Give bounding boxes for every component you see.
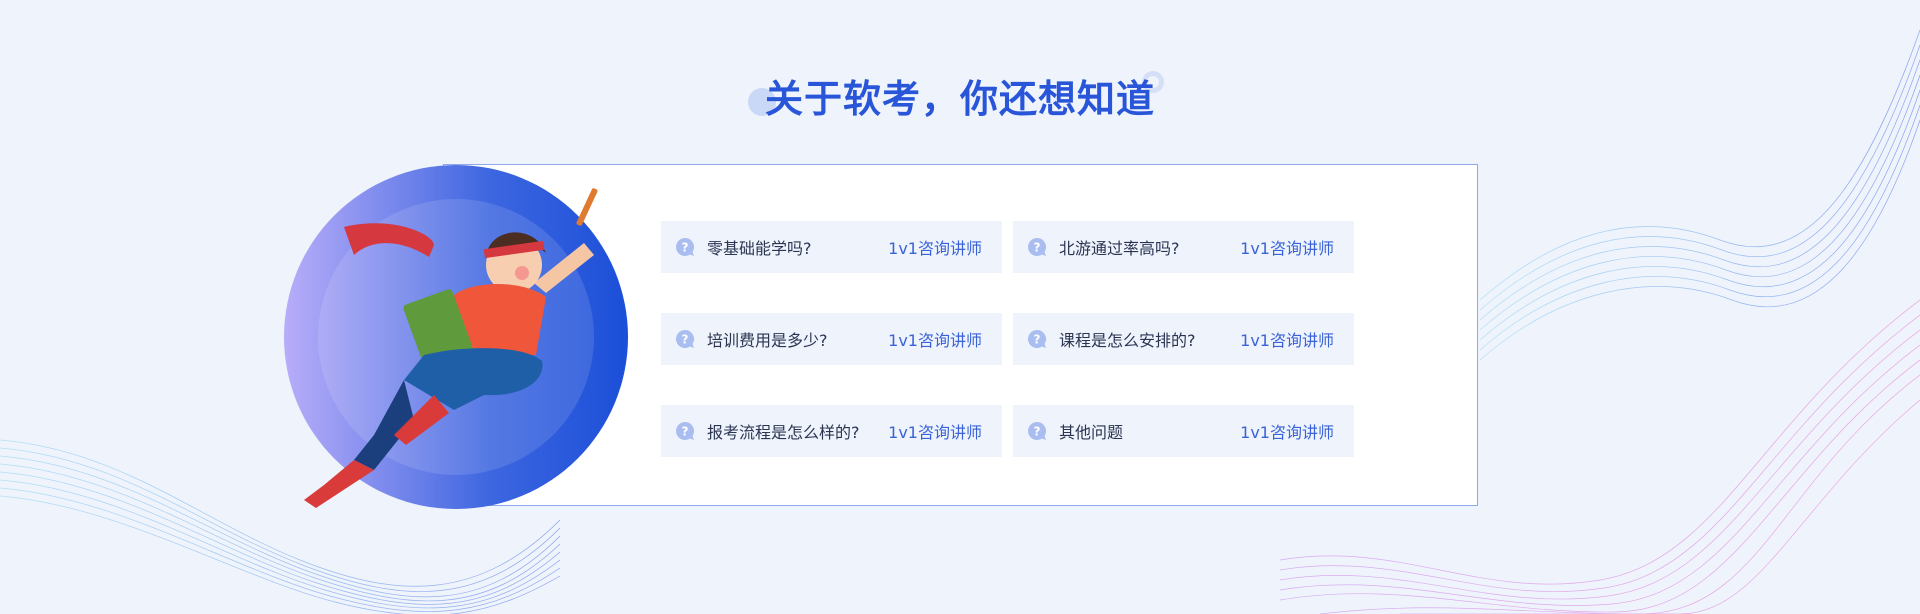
shoe-icon xyxy=(304,460,374,508)
consult-link[interactable]: 1v1咨询讲师 xyxy=(1240,419,1334,443)
faq-question: 零基础能学吗? xyxy=(707,239,812,258)
consult-link[interactable]: 1v1咨询讲师 xyxy=(888,327,982,351)
hero-illustration xyxy=(284,165,628,509)
faq-question: 课程是怎么安排的? xyxy=(1059,331,1196,350)
faq-question: 报考流程是怎么样的? xyxy=(707,423,860,442)
faq-question: 北游通过率高吗? xyxy=(1059,239,1180,258)
consult-link[interactable]: 1v1咨询讲师 xyxy=(888,419,982,443)
consult-link[interactable]: 1v1咨询讲师 xyxy=(1240,235,1334,259)
question-bubble-icon: ? xyxy=(676,237,695,256)
svg-text:?: ? xyxy=(1034,333,1041,347)
faq-item[interactable]: ? 课程是怎么安排的? 1v1咨询讲师 xyxy=(1013,313,1354,365)
question-bubble-icon: ? xyxy=(676,330,695,348)
svg-text:?: ? xyxy=(682,333,689,347)
svg-text:?: ? xyxy=(682,425,689,439)
section-header: 关于软考，你还想知道 xyxy=(0,68,1920,123)
question-bubble-icon: ? xyxy=(676,422,695,440)
faq-item[interactable]: ? 北游通过率高吗? 1v1咨询讲师 xyxy=(1013,221,1354,273)
faq-item[interactable]: ? 报考流程是怎么样的? 1v1咨询讲师 xyxy=(661,405,1002,457)
faq-item[interactable]: ? 培训费用是多少? 1v1咨询讲师 xyxy=(661,313,1002,365)
faq-question: 培训费用是多少? xyxy=(707,331,828,350)
faq-item[interactable]: ? 零基础能学吗? 1v1咨询讲师 xyxy=(661,221,1002,273)
faq-item[interactable]: ? 其他问题 1v1咨询讲师 xyxy=(1013,405,1354,457)
svg-text:?: ? xyxy=(682,241,689,255)
question-bubble-icon: ? xyxy=(1028,237,1047,256)
question-bubble-icon: ? xyxy=(1028,330,1047,348)
consult-link[interactable]: 1v1咨询讲师 xyxy=(888,235,982,259)
svg-text:?: ? xyxy=(1034,425,1041,439)
pencil-icon xyxy=(576,188,598,226)
consult-link[interactable]: 1v1咨询讲师 xyxy=(1240,327,1334,351)
svg-text:?: ? xyxy=(1034,241,1041,255)
section-title: 关于软考，你还想知道 xyxy=(764,77,1155,121)
question-bubble-icon: ? xyxy=(1028,422,1047,440)
faq-question: 其他问题 xyxy=(1059,423,1124,442)
